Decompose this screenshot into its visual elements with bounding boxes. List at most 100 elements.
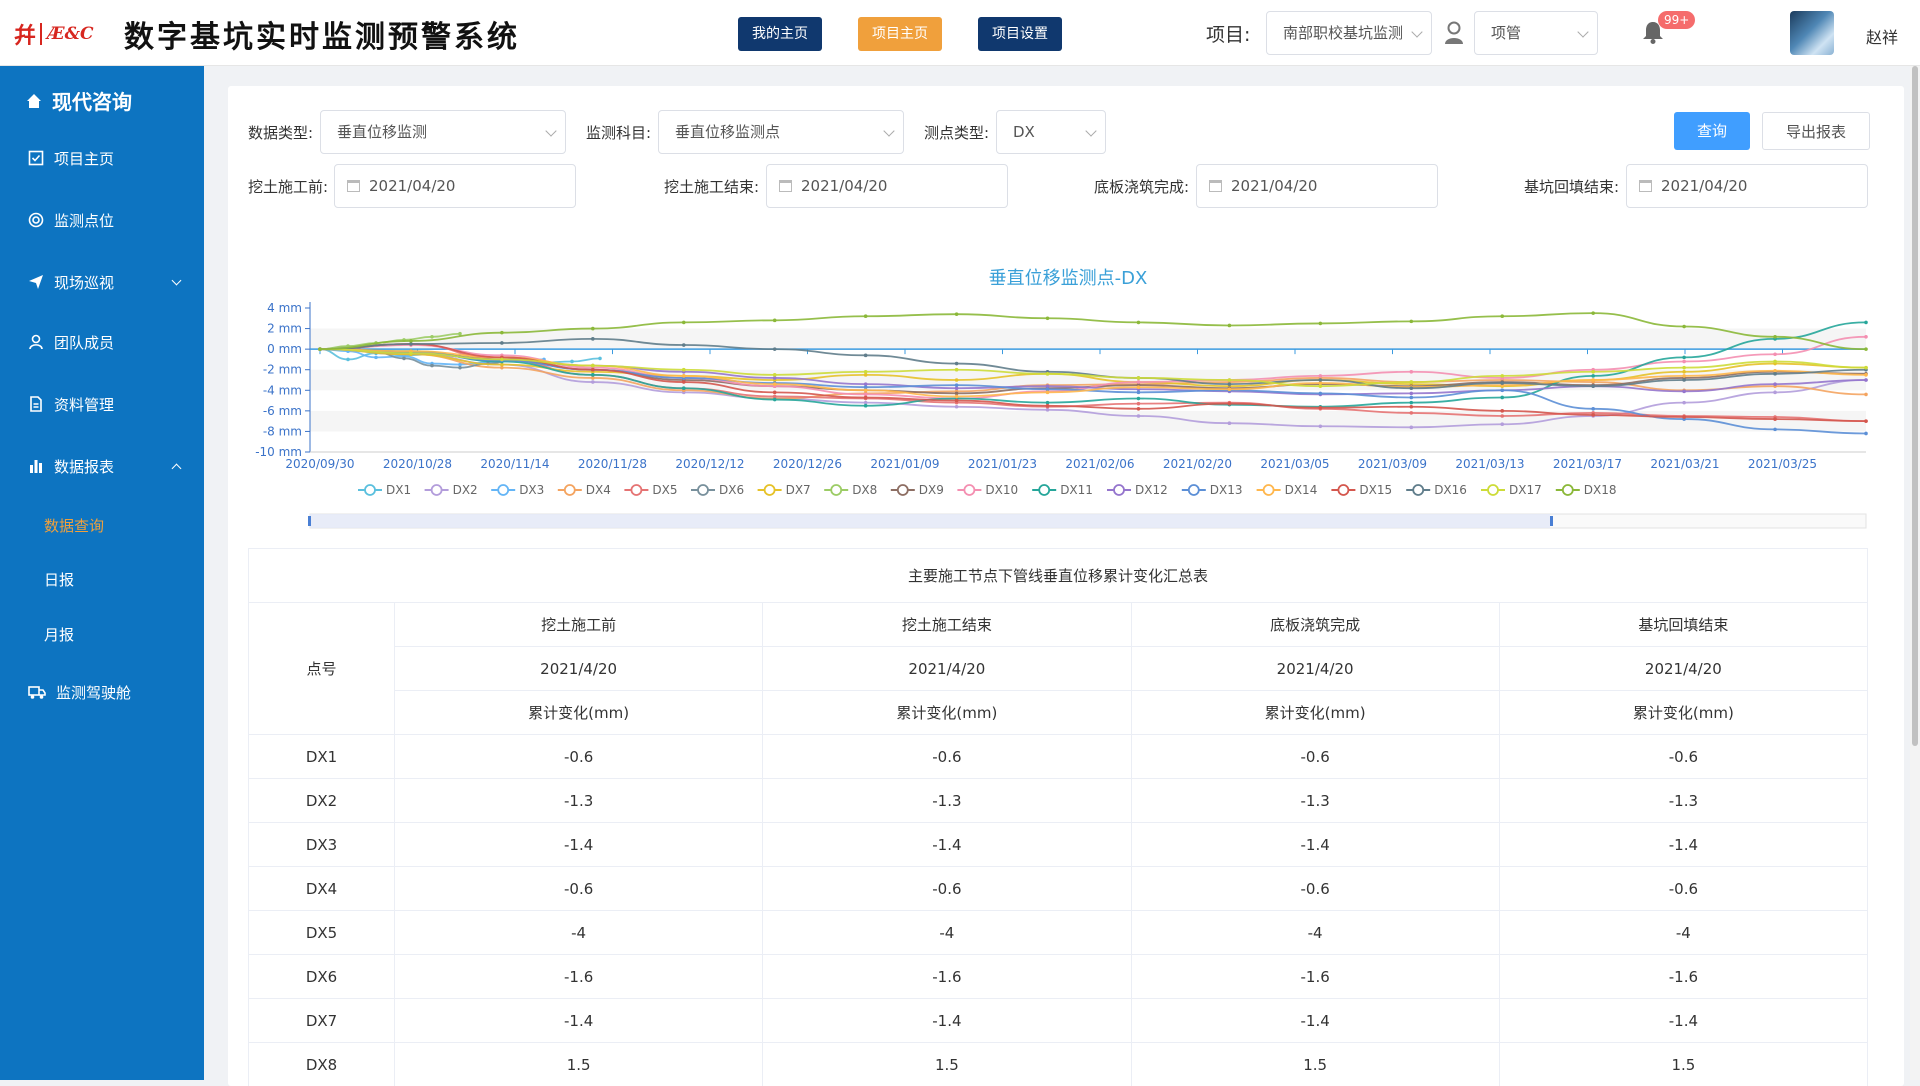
legend-label: DX2 (453, 483, 478, 497)
zoom-slider-handle (1550, 516, 1553, 526)
export-report-button[interactable]: 导出报表 (1762, 112, 1870, 150)
legend-label: DX18 (1584, 483, 1617, 497)
value-cell: -1.4 (1499, 999, 1867, 1043)
sidebar-subitem-data-query[interactable]: 数据查询 (44, 515, 104, 536)
sidebar-item-team[interactable]: 团队成员 (0, 322, 204, 362)
data-point (1137, 391, 1141, 395)
date-label-slab-pour: 底板浇筑完成: (1094, 176, 1189, 197)
sidebar-item-label: 数据报表 (54, 456, 114, 477)
data-point (500, 366, 504, 370)
value-cell: -1.4 (1499, 823, 1867, 867)
value-cell: 1.5 (1131, 1043, 1499, 1086)
bar-chart-icon (28, 458, 44, 474)
data-point (409, 339, 413, 343)
date-value: 2021/04/20 (801, 177, 887, 195)
y-tick-label: 2 mm (267, 322, 302, 336)
value-cell: -1.4 (395, 999, 763, 1043)
sidebar-subitem-daily-report[interactable]: 日报 (44, 569, 74, 590)
data-point (1046, 384, 1050, 388)
data-point (1409, 396, 1413, 400)
y-tick-label: -6 mm (263, 404, 302, 418)
point-cell: DX2 (249, 779, 395, 823)
point-type-select[interactable]: DX (996, 110, 1106, 154)
calendar-icon (779, 180, 792, 192)
avatar[interactable] (1790, 11, 1834, 55)
data-point (500, 363, 504, 367)
legend-label: DX7 (786, 483, 811, 497)
data-point (1228, 421, 1232, 425)
date-field-excavation-end[interactable]: 2021/04/20 (766, 164, 1008, 208)
data-point (955, 395, 959, 399)
legend-label: DX1 (386, 483, 411, 497)
legend-swatch-marker (631, 485, 641, 495)
data-point (1409, 386, 1413, 390)
data-type-label: 数据类型: (248, 122, 313, 143)
point-type-label: 测点类型: (924, 122, 989, 143)
value-cell: -4 (1131, 911, 1499, 955)
data-point (1864, 321, 1868, 325)
data-point (1591, 374, 1595, 378)
legend-label: DX8 (852, 483, 877, 497)
role-select[interactable]: 项管 (1474, 11, 1598, 55)
top-bar: 幷 Æ&C 数字基坑实时监测预警系统 我的主页 项目主页 项目设置 项目: 南部… (0, 0, 1920, 66)
date-label-backfill-end: 基坑回填结束: (1524, 176, 1619, 197)
my-home-button[interactable]: 我的主页 (738, 17, 822, 51)
data-point (1137, 376, 1141, 380)
table-row: DX81.51.51.51.5 (249, 1043, 1868, 1086)
point-type-select-value: DX (1013, 123, 1035, 141)
project-label: 项目: (1206, 20, 1250, 47)
data-point (458, 332, 462, 336)
date-field-before-excavation[interactable]: 2021/04/20 (334, 164, 576, 208)
data-point (1500, 414, 1504, 418)
data-point (1228, 324, 1232, 328)
sidebar-item-monitor-points[interactable]: 监测点位 (0, 200, 204, 240)
query-button[interactable]: 查询 (1674, 112, 1750, 150)
sidebar-subitem-monthly-report[interactable]: 月报 (44, 624, 74, 645)
sidebar-brand[interactable]: 现代咨询 (26, 86, 132, 115)
project-select[interactable]: 南部职校基坑监测 (1266, 11, 1432, 55)
data-point (1773, 372, 1777, 376)
stage-header: 底板浇筑完成 (1131, 603, 1499, 647)
data-point (1864, 366, 1868, 370)
value-cell: 1.5 (763, 1043, 1131, 1086)
data-point (1046, 372, 1050, 376)
data-point (682, 368, 686, 372)
user-role-icon (1444, 21, 1464, 49)
data-point (1591, 407, 1595, 411)
date-value: 2021/04/20 (1231, 177, 1317, 195)
x-tick-label: 2021/03/21 (1650, 457, 1719, 471)
data-point (598, 357, 602, 361)
data-point (773, 398, 777, 402)
legend-label: DX14 (1285, 483, 1318, 497)
data-point (1773, 382, 1777, 386)
date-field-slab-pour[interactable]: 2021/04/20 (1196, 164, 1438, 208)
subject-select[interactable]: 垂直位移监测点 (658, 110, 904, 154)
data-point (955, 392, 959, 396)
data-point (591, 364, 595, 368)
page-scrollbar-thumb[interactable] (1912, 66, 1918, 746)
y-tick-label: -4 mm (263, 383, 302, 397)
subject-select-value: 垂直位移监测点 (675, 123, 780, 141)
project-home-button[interactable]: 项目主页 (858, 17, 942, 51)
data-point (773, 373, 777, 377)
sidebar-item-site-inspection[interactable]: 现场巡视 (0, 262, 204, 302)
data-point (864, 396, 868, 400)
data-point (409, 342, 413, 346)
sidebar-item-documents[interactable]: 资料管理 (0, 384, 204, 424)
data-point (1773, 369, 1777, 373)
data-point (1773, 335, 1777, 339)
sidebar-item-data-reports[interactable]: 数据报表 (0, 446, 204, 486)
data-point (682, 374, 686, 378)
value-cell: -1.4 (1131, 823, 1499, 867)
date-field-backfill-end[interactable]: 2021/04/20 (1626, 164, 1868, 208)
sidebar-item-cockpit[interactable]: 监测驾驶舱 (0, 672, 204, 712)
data-point (1319, 384, 1323, 388)
data-point (1682, 366, 1686, 370)
project-settings-button[interactable]: 项目设置 (978, 17, 1062, 51)
data-point (1137, 380, 1141, 384)
data-type-select[interactable]: 垂直位移监测 (320, 110, 566, 154)
legend-swatch-marker (1488, 485, 1498, 495)
sidebar-item-project-home[interactable]: 项目主页 (0, 138, 204, 178)
user-name[interactable]: 赵祥 (1866, 24, 1898, 48)
data-point (1500, 314, 1504, 318)
